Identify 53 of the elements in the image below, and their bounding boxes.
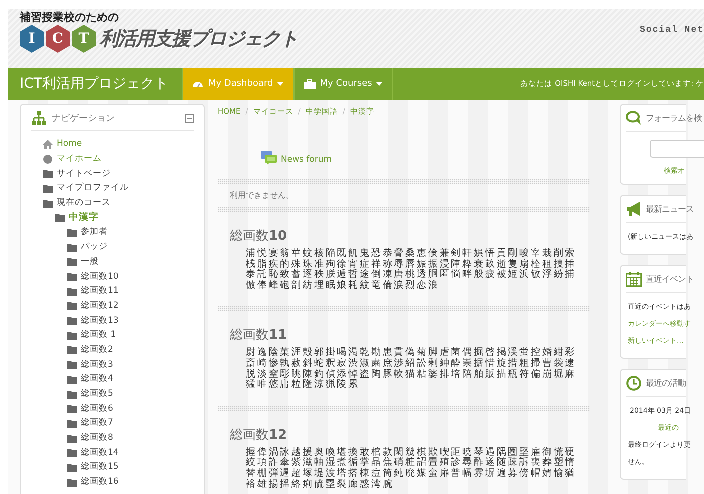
block-title: 最近の活動 <box>646 378 686 389</box>
notice-text: 利用できません。 <box>229 190 295 202</box>
social-label: Social Net <box>640 25 704 35</box>
section-title: 総画数12 <box>230 426 288 444</box>
circle-icon <box>43 154 53 164</box>
tree-item[interactable]: 現在のコース <box>57 197 111 210</box>
kanji-list: 尉逸陰菓涯殻郭掛喝渇乾勘患貫偽菊脚虐菌偶掘啓掲渓蛍控婚紺彩斎崎惨執赦斜蛇釈寂渋淑粛庶渉紹訟剰紳酔崇据惜旋措粗掃曹袋逮脱淡窒彫眺陳釣偵添悼盗陶豚軟猫粘婆排培陪舶販描瓶符偏崩堀麻猛唯悠庸粒隆涼猟陵累 <box>246 348 582 391</box>
section-title: 総画数10 <box>230 228 288 245</box>
tree-item[interactable]: 総画数6 <box>81 402 114 415</box>
tree-item[interactable]: 総画数16 <box>81 476 119 488</box>
block-title: 最新ニュース <box>646 204 694 215</box>
tree-item[interactable]: 総画数5 <box>81 388 114 400</box>
logo-tagline: 補習授業校のための <box>20 11 120 25</box>
hexagon-badge: C <box>46 25 70 53</box>
tree-item[interactable]: 総画数 1 <box>81 329 116 342</box>
tree-item[interactable]: 参加者 <box>81 226 108 238</box>
home-icon <box>43 140 53 149</box>
briefcase-icon <box>304 79 316 89</box>
gauge-icon <box>192 79 204 89</box>
hexagon-badge: T <box>72 25 96 53</box>
tree-item[interactable]: 総画数2 <box>81 344 114 356</box>
tree-item[interactable]: 総画数12 <box>81 300 119 312</box>
tree-item[interactable]: マイプロファイル <box>57 182 129 194</box>
kanji-list: 握偉渦詠越援奥喚堪換敢棺款閑幾棋欺喫距暁琴遇隅圏堅雇御慌硬絞項詐傘紫滋軸湿煮循掌晶焦硝粧詔畳殖診尋酢遂随疎訴喪葬塑惰替棚弾遅超塚堤渡塔搭棟痘筒鈍廃媒蛮扉普幅雰塀遍募傍帽婿愉猶裕雄揚揺絡痢硫塁裂廊惑湾腕 <box>246 448 582 490</box>
tree-item[interactable]: 一般 <box>81 256 99 268</box>
tree-item[interactable]: 総画数11 <box>81 285 119 298</box>
logo-title: 利活用支援プロジェクト <box>100 27 298 52</box>
chat-icon <box>626 111 642 126</box>
collapse-icon[interactable] <box>185 114 194 122</box>
section-title: 総画数11 <box>230 327 288 344</box>
search-field[interactable] <box>650 140 704 158</box>
forum-icon <box>261 151 277 165</box>
block-title: フォーラムを検 <box>646 113 702 124</box>
calendar-icon <box>626 272 642 287</box>
tree-item[interactable]: 総画数3 <box>81 358 114 371</box>
tree-item[interactable]: 総画数8 <box>81 432 114 444</box>
caret-icon <box>376 82 384 86</box>
sitemap-icon <box>31 111 47 125</box>
tree-item[interactable]: 総画数7 <box>81 417 114 430</box>
megaphone-icon <box>626 202 642 217</box>
block-title: 直近イベント <box>646 274 694 285</box>
tree-item[interactable]: 総画数13 <box>81 314 119 327</box>
kanji-list: 浦悦宴翁華蚊核陥既飢鬼恐恭脅桑恵倹兼剣軒娯悟貢剛唆宰栽削索桟脂疾的殊珠准殉徐宵症祥称辱唇娠振浸陣粋衰畝逝隻扇栓租捜挿泰託恥致蓄逐秩朕逓哲途倒凍唐桃透胴匿悩畔般疲被姫浜敏浮紛捕倣俸峰砲剖紡埋眠娘耗紋竜倫涙烈恋浪 <box>246 249 582 292</box>
caret-icon <box>277 82 284 86</box>
tree-item[interactable]: 総画数4 <box>81 373 114 386</box>
hexagon-badge: I <box>20 25 44 53</box>
tree-item[interactable]: サイトページ <box>57 168 111 180</box>
tree-item[interactable]: 総画数14 <box>81 446 119 459</box>
tree-item[interactable]: 総画数15 <box>81 461 119 474</box>
tree-item[interactable]: 総画数10 <box>81 270 119 283</box>
block-title: ナビゲーション <box>52 112 115 124</box>
clock-icon <box>626 376 642 391</box>
tree-item[interactable]: バッジ <box>81 241 108 254</box>
